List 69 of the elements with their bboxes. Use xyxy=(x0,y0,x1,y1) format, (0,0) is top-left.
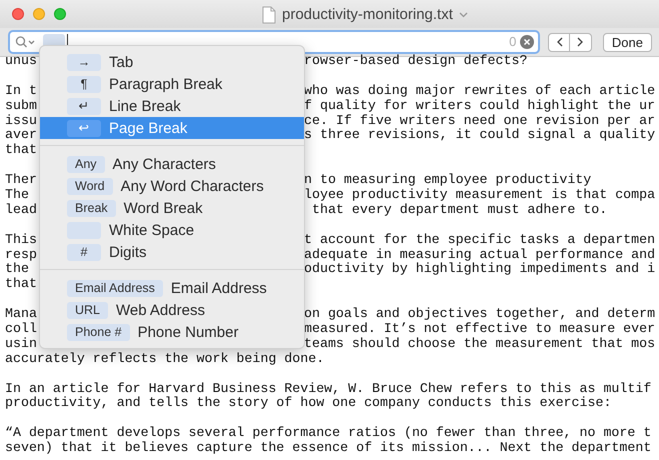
document-text: In t xyxy=(5,82,37,98)
document-text: In an article for Harvard Business Review, W. Bruce Chew refers to this as multif xyxy=(5,380,652,396)
menu-item[interactable]: Break Word Break xyxy=(40,197,304,219)
chevron-down-icon[interactable] xyxy=(458,12,468,18)
document-text: measured. It’s not effective to measure ever xyxy=(304,322,656,337)
document-text: rowser-based design defects? xyxy=(304,54,528,69)
chevron-right-icon xyxy=(577,37,584,47)
document-icon xyxy=(262,6,276,24)
close-icon[interactable] xyxy=(12,8,24,20)
token-chip: # xyxy=(67,244,101,260)
document-text: teams should choose the measurement that mos xyxy=(304,336,656,352)
menu-item[interactable]: → Tab xyxy=(40,51,304,73)
token-chip: Any xyxy=(67,156,105,172)
menu-item[interactable]: ¶ Paragraph Break xyxy=(40,73,304,95)
document-text: seven) that it believes capture the essence of its mission... Next the department xyxy=(5,440,652,456)
document-text: The xyxy=(5,187,29,202)
document-text: f quality for writers could highlight the ur xyxy=(304,98,656,114)
menu-item[interactable]: Email Address Email Address xyxy=(40,277,304,299)
menu-item[interactable]: White Space xyxy=(40,219,304,241)
document-text: that xyxy=(5,276,37,292)
document-text: adequate in measuring actual performance and xyxy=(304,248,656,262)
document-text: who was doing major rewrites of each article xyxy=(304,84,656,99)
menu-item[interactable]: # Digits xyxy=(40,241,304,263)
match-count: 0 xyxy=(509,33,516,52)
token-chip: URL xyxy=(67,302,108,318)
document-text: n to measuring employee productivity xyxy=(304,173,592,188)
document-text: loyee productivity measurement is that compa xyxy=(304,188,656,203)
menu-item[interactable]: Any Any Characters xyxy=(40,153,304,175)
document-text: the xyxy=(5,261,29,276)
search-icon[interactable] xyxy=(15,36,35,48)
document-text: usin xyxy=(5,336,37,351)
document-text: Ther xyxy=(5,172,37,188)
window-title: productivity-monitoring.txt xyxy=(282,5,453,25)
chevron-left-icon xyxy=(556,37,563,47)
zoom-icon[interactable] xyxy=(54,8,66,20)
menu-item[interactable]: Phone # Phone Number xyxy=(40,321,304,343)
token-chip: Email Address xyxy=(67,280,163,296)
token-chip: → xyxy=(67,54,101,70)
minimize-icon[interactable] xyxy=(33,8,45,20)
document-text: that xyxy=(5,142,37,158)
document-text: that every department must adhere to. xyxy=(310,202,608,218)
menu-item[interactable]: URL Web Address xyxy=(40,299,304,321)
document-text: oductivity by highlighting impediments and i xyxy=(304,262,656,278)
document-text: on goals and objectives together, and determ xyxy=(304,307,656,322)
document-text: t account for the specific tasks a departmen xyxy=(304,232,656,248)
document-text: coll xyxy=(5,321,37,336)
token-chip: ↩ xyxy=(67,120,101,136)
token-chip: ¶ xyxy=(67,76,101,92)
document-text: “A department develops several performance ratios (no fewer than three, no more t xyxy=(5,425,652,440)
token-chip: Break xyxy=(67,200,116,216)
menu-item[interactable]: Word Any Word Characters xyxy=(40,175,304,197)
document-text: productivity, and tells the story of how one company conducts this exercise: xyxy=(5,395,612,410)
document-text: issu xyxy=(5,112,37,128)
document-text: resp xyxy=(5,246,37,262)
document-text: aver xyxy=(5,127,37,142)
document-text: lead xyxy=(5,202,37,217)
document-text: Mana xyxy=(5,306,37,322)
done-button[interactable]: Done xyxy=(602,32,652,52)
token-chip: Phone # xyxy=(67,324,130,340)
document-text: s three revisions, it could signal a quality xyxy=(304,128,656,144)
token-chip: ↵ xyxy=(67,98,101,114)
document-text: accurately reflects the work being done. xyxy=(5,350,324,366)
document-text: ce. If five writers need one revision per ar xyxy=(304,114,656,128)
clear-icon[interactable] xyxy=(520,35,534,49)
document-text: unus xyxy=(5,53,37,68)
document-text: This xyxy=(5,232,37,247)
document-text: subm xyxy=(5,98,37,113)
menu-item[interactable]: ↵ Line Break xyxy=(40,95,304,117)
token-chip: Word xyxy=(67,178,113,194)
